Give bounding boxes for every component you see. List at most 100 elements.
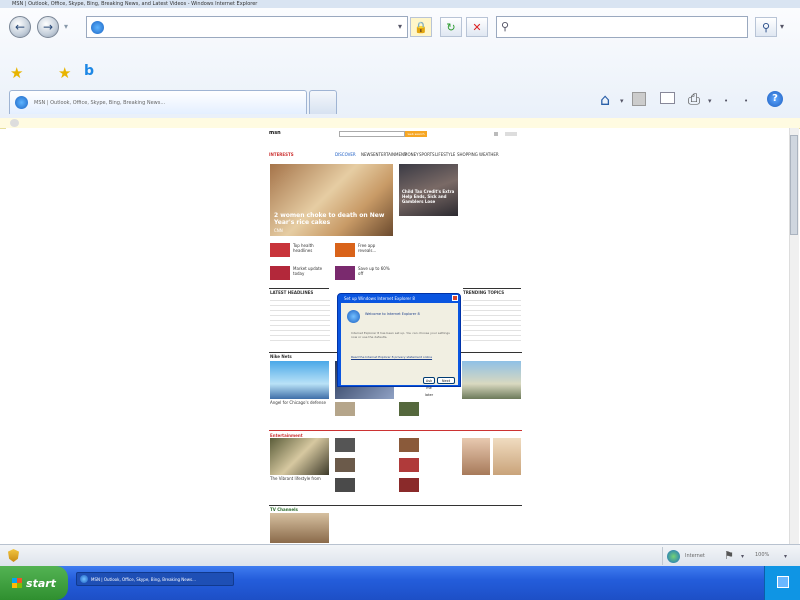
nav-item-shopping[interactable]: SHOPPING bbox=[457, 152, 478, 157]
celebrity-image[interactable] bbox=[462, 438, 490, 475]
zone-text: Internet bbox=[685, 553, 705, 559]
tile-image[interactable] bbox=[270, 266, 290, 280]
tile-image[interactable] bbox=[399, 438, 419, 452]
nav-item-weather[interactable]: WEATHER bbox=[479, 152, 499, 157]
chevron-down-icon: ▾ bbox=[620, 97, 624, 105]
zoom-dropdown[interactable]: ▾ bbox=[784, 553, 787, 560]
settings-icon[interactable] bbox=[494, 132, 498, 136]
search-options-dropdown[interactable]: ▾ bbox=[780, 22, 784, 31]
protected-mode-icon[interactable]: ⚑ bbox=[724, 549, 734, 562]
stop-button[interactable]: ✕ bbox=[466, 17, 488, 37]
entertainment-image[interactable] bbox=[270, 438, 329, 475]
tile-headline[interactable]: Free app reveals... bbox=[358, 243, 392, 253]
search-box[interactable]: ⚲ bbox=[496, 16, 748, 38]
tile-image[interactable] bbox=[270, 243, 290, 257]
refresh-icon: ↻ bbox=[446, 20, 456, 34]
back-arrow-icon: ← bbox=[14, 20, 26, 34]
nav-item-interests[interactable]: INTERESTS bbox=[269, 152, 294, 157]
chevron-down-icon: ▾ bbox=[708, 97, 712, 105]
tv-channels-heading[interactable]: TV Channels bbox=[270, 507, 298, 512]
system-tray bbox=[764, 566, 800, 600]
news-image[interactable] bbox=[462, 361, 521, 399]
news-section-heading[interactable]: Nike Nets bbox=[270, 354, 292, 359]
read-mail-button[interactable] bbox=[660, 92, 675, 104]
network-icon[interactable] bbox=[777, 576, 789, 588]
security-lock-button[interactable]: 🔒 bbox=[410, 17, 432, 37]
tile-image[interactable] bbox=[399, 402, 419, 416]
lock-icon: 🔒 bbox=[414, 20, 428, 34]
home-icon: ⌂ bbox=[600, 90, 611, 109]
back-button[interactable]: ← bbox=[9, 16, 31, 38]
tab-msn[interactable]: MSN | Outlook, Office, Skype, Bing, Brea… bbox=[9, 90, 307, 114]
tile-image[interactable] bbox=[335, 458, 355, 472]
tools-menu[interactable]: • bbox=[744, 97, 748, 105]
search-button[interactable]: ⚲ bbox=[755, 17, 777, 37]
latest-headlines-list[interactable] bbox=[270, 296, 330, 342]
nav-item-money[interactable]: MONEY bbox=[404, 152, 419, 157]
dialog-close-button[interactable] bbox=[452, 295, 458, 301]
privacy-link[interactable]: Read the Internet Explorer 8 privacy sta… bbox=[351, 355, 451, 360]
help-button[interactable]: ? bbox=[767, 91, 783, 107]
nav-item-sports[interactable]: SPORTS bbox=[419, 152, 435, 157]
chevron-down-icon[interactable]: ▾ bbox=[741, 553, 744, 560]
home-dropdown[interactable]: ▾ bbox=[620, 97, 624, 105]
recent-pages-dropdown[interactable]: ▾ bbox=[64, 22, 68, 31]
next-button[interactable]: Next bbox=[437, 377, 455, 384]
weather-widget[interactable] bbox=[505, 132, 517, 136]
shield-icon bbox=[8, 549, 19, 562]
print-dropdown[interactable]: ▾ bbox=[708, 97, 712, 105]
tile-image[interactable] bbox=[399, 458, 419, 472]
tile-image[interactable] bbox=[399, 478, 419, 492]
forward-button[interactable]: → bbox=[37, 16, 59, 38]
news-image[interactable] bbox=[270, 361, 329, 399]
print-button[interactable]: ⎙ bbox=[688, 90, 700, 108]
feeds-button[interactable] bbox=[632, 92, 646, 106]
home-button[interactable]: ⌂ bbox=[600, 90, 610, 109]
ask-later-button[interactable]: Ask me later bbox=[423, 377, 435, 397]
tile-image[interactable] bbox=[335, 243, 355, 257]
bing-icon[interactable]: b bbox=[84, 63, 94, 79]
news-headline[interactable]: Angel for Chicago's defense bbox=[270, 400, 328, 405]
msn-search-input[interactable] bbox=[339, 131, 405, 137]
zoom-level[interactable]: 100% bbox=[755, 552, 769, 558]
tile-headline[interactable]: Save up to 60% off bbox=[358, 266, 392, 276]
page-menu[interactable]: • bbox=[724, 97, 728, 105]
chevron-down-icon: ▾ bbox=[64, 22, 69, 31]
msn-logo[interactable]: msn bbox=[269, 131, 281, 136]
hero-headline[interactable]: 2 women choke to death on New Year's ric… bbox=[274, 212, 389, 226]
new-tab-button[interactable] bbox=[309, 90, 337, 114]
entertainment-caption[interactable]: The Vibrant lifestyle from bbox=[270, 476, 328, 481]
refresh-button[interactable]: ↻ bbox=[440, 17, 462, 37]
tile-image[interactable] bbox=[335, 478, 355, 492]
favorites-star-icon[interactable]: ★ bbox=[10, 64, 23, 82]
window-title: MSN | Outlook, Office, Skype, Bing, Brea… bbox=[0, 0, 800, 8]
address-bar[interactable]: ▾ bbox=[86, 16, 408, 38]
tile-image[interactable] bbox=[335, 266, 355, 280]
tv-image[interactable] bbox=[270, 513, 329, 543]
celebrity-image[interactable] bbox=[493, 438, 521, 475]
tile-image[interactable] bbox=[335, 438, 355, 452]
help-icon: ? bbox=[772, 93, 778, 104]
divider bbox=[463, 288, 521, 289]
tile-image[interactable] bbox=[335, 402, 355, 416]
taskbar-item-ie[interactable]: MSN | Outlook, Office, Skype, Bing, Brea… bbox=[76, 572, 234, 586]
msn-search-button[interactable]: web search bbox=[405, 131, 427, 137]
trending-list[interactable] bbox=[463, 296, 521, 342]
nav-item-lifestyle[interactable]: LIFESTYLE bbox=[435, 152, 455, 157]
nav-item-discover[interactable]: DISCOVER bbox=[335, 152, 356, 157]
ie-logo-icon bbox=[347, 310, 360, 323]
add-favorites-icon[interactable]: ★ bbox=[58, 64, 71, 82]
nav-item-news[interactable]: NEWS bbox=[361, 152, 373, 157]
scrollbar-thumb[interactable] bbox=[790, 135, 798, 235]
start-button[interactable]: start bbox=[0, 566, 68, 600]
globe-icon bbox=[667, 550, 680, 563]
section-nav: INTERESTS DISCOVER NEWS ENTERTAINMENT MO… bbox=[269, 152, 522, 158]
tile-headline[interactable]: Top health headlines bbox=[293, 243, 331, 253]
zone-panel[interactable]: Internet bbox=[662, 547, 723, 565]
start-label: start bbox=[26, 576, 56, 590]
dialog-text: Internet Explorer 8 has been set up. You… bbox=[351, 331, 450, 339]
status-bar: Internet ⚑ ▾ 100% ▾ bbox=[0, 544, 800, 567]
tile-headline[interactable]: Market update today bbox=[293, 266, 331, 276]
nav-item-entertainment[interactable]: ENTERTAINMENT bbox=[373, 152, 406, 157]
side-story-headline[interactable]: Child Tax Credit's Extra Help Ends, Sick… bbox=[402, 189, 456, 204]
